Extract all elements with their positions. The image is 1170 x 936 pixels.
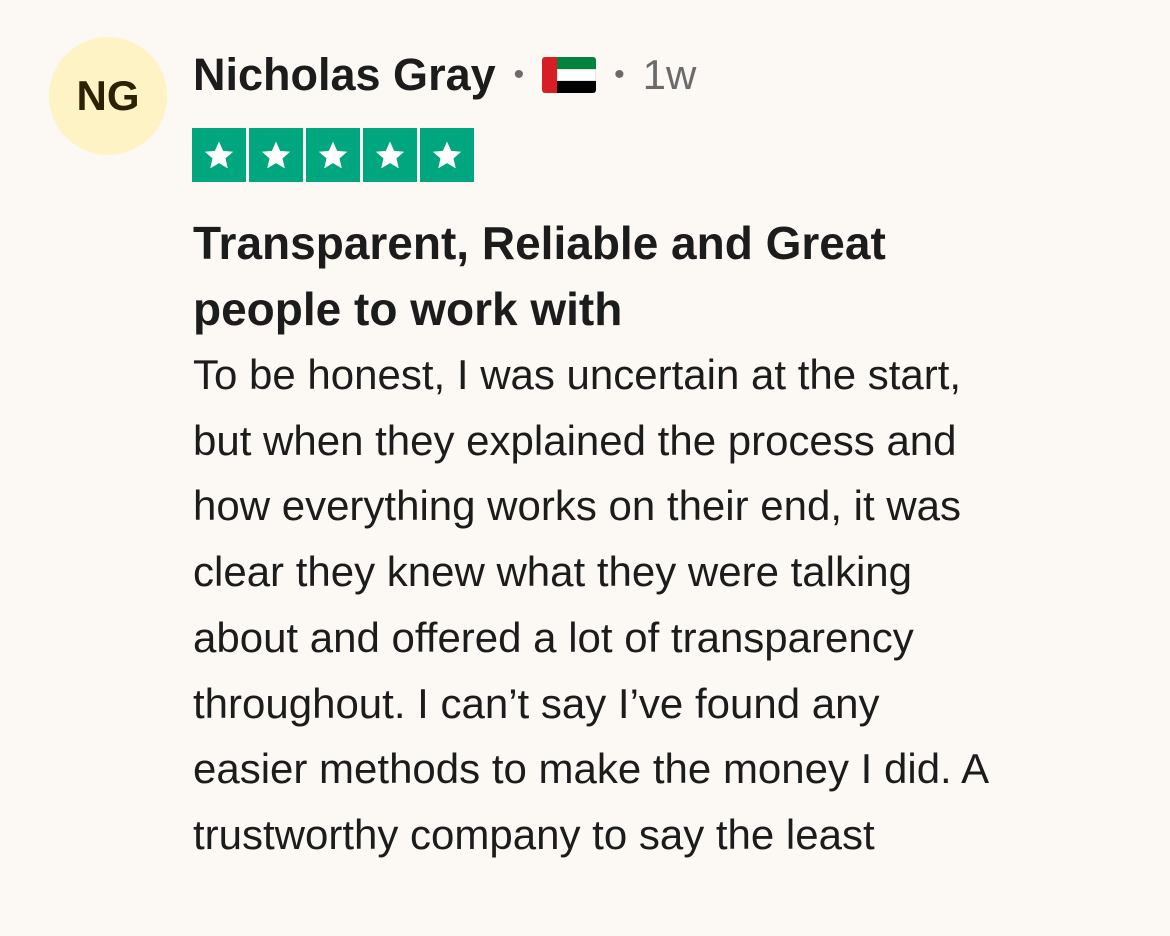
uae-flag-icon	[542, 57, 597, 93]
review-body-line: throughout. I can’t say I’ve found any	[193, 679, 880, 727]
review-body-line: how everything works on their end, it wa…	[193, 482, 962, 530]
review-title-line: Transparent, Reliable and Great	[193, 217, 886, 269]
review-header: Nicholas Gray • • 1w	[193, 44, 696, 106]
review-card: NG Nicholas Gray • • 1w Transparent, Rel…	[0, 0, 1170, 936]
review-body-line: about and offered a lot of transparency	[193, 613, 914, 661]
review-body-line: easier methods to make the money I did. …	[193, 745, 990, 793]
review-body-line: but when they explained the process and	[193, 416, 957, 464]
review-body-line: trustworthy company to say the least	[193, 810, 875, 858]
separator-dot: •	[513, 58, 525, 91]
avatar-initials: NG	[76, 72, 140, 119]
star-icon	[420, 128, 474, 182]
star-icon	[192, 128, 246, 182]
separator-dot: •	[614, 58, 625, 91]
reviewer-name[interactable]: Nicholas Gray	[193, 49, 496, 101]
review-title-line: people to work with	[193, 283, 623, 335]
star-icon	[363, 128, 417, 182]
review-body-line: To be honest, I was uncertain at the sta…	[193, 351, 962, 398]
review-body: To be honest, I was uncertain at the sta…	[193, 342, 1153, 868]
review-title: Transparent, Reliable and Great people t…	[193, 210, 1093, 342]
star-icon	[249, 128, 303, 182]
avatar[interactable]: NG	[49, 37, 167, 155]
star-rating	[192, 128, 474, 182]
star-icon	[306, 128, 360, 182]
review-body-line: clear they knew what they were talking	[193, 548, 913, 596]
review-date: 1w	[642, 51, 697, 98]
